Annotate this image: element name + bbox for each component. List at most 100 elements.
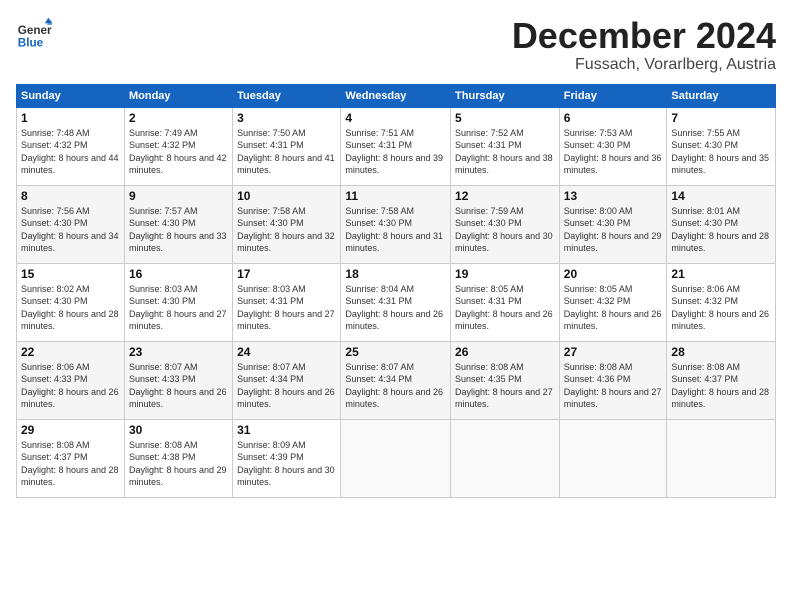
day-detail: Sunrise: 7:55 AM Sunset: 4:30 PM Dayligh… [671, 127, 771, 177]
table-row: 20 Sunrise: 8:05 AM Sunset: 4:32 PM Dayl… [559, 263, 667, 341]
day-detail: Sunrise: 7:53 AM Sunset: 4:30 PM Dayligh… [564, 127, 663, 177]
day-detail: Sunrise: 8:05 AM Sunset: 4:32 PM Dayligh… [564, 283, 663, 333]
day-detail: Sunrise: 7:52 AM Sunset: 4:31 PM Dayligh… [455, 127, 555, 177]
table-row: 15 Sunrise: 8:02 AM Sunset: 4:30 PM Dayl… [17, 263, 125, 341]
calendar-week-row: 22 Sunrise: 8:06 AM Sunset: 4:33 PM Dayl… [17, 341, 776, 419]
table-row [559, 419, 667, 497]
day-detail: Sunrise: 7:50 AM Sunset: 4:31 PM Dayligh… [237, 127, 336, 177]
col-monday: Monday [124, 84, 232, 107]
day-detail: Sunrise: 7:58 AM Sunset: 4:30 PM Dayligh… [345, 205, 446, 255]
day-number: 30 [129, 423, 228, 437]
table-row: 12 Sunrise: 7:59 AM Sunset: 4:30 PM Dayl… [451, 185, 560, 263]
day-number: 6 [564, 111, 663, 125]
table-row: 10 Sunrise: 7:58 AM Sunset: 4:30 PM Dayl… [233, 185, 341, 263]
header: General Blue December 2024 Fussach, Vora… [16, 16, 776, 74]
table-row: 17 Sunrise: 8:03 AM Sunset: 4:31 PM Dayl… [233, 263, 341, 341]
logo-icon: General Blue [16, 16, 52, 52]
day-detail: Sunrise: 7:58 AM Sunset: 4:30 PM Dayligh… [237, 205, 336, 255]
day-detail: Sunrise: 8:03 AM Sunset: 4:30 PM Dayligh… [129, 283, 228, 333]
table-row: 5 Sunrise: 7:52 AM Sunset: 4:31 PM Dayli… [451, 107, 560, 185]
day-detail: Sunrise: 8:06 AM Sunset: 4:32 PM Dayligh… [671, 283, 771, 333]
day-number: 25 [345, 345, 446, 359]
day-detail: Sunrise: 7:57 AM Sunset: 4:30 PM Dayligh… [129, 205, 228, 255]
col-friday: Friday [559, 84, 667, 107]
svg-text:Blue: Blue [18, 37, 44, 50]
day-number: 27 [564, 345, 663, 359]
day-number: 28 [671, 345, 771, 359]
table-row: 4 Sunrise: 7:51 AM Sunset: 4:31 PM Dayli… [341, 107, 451, 185]
day-number: 7 [671, 111, 771, 125]
day-detail: Sunrise: 8:00 AM Sunset: 4:30 PM Dayligh… [564, 205, 663, 255]
table-row: 11 Sunrise: 7:58 AM Sunset: 4:30 PM Dayl… [341, 185, 451, 263]
day-number: 29 [21, 423, 120, 437]
table-row: 3 Sunrise: 7:50 AM Sunset: 4:31 PM Dayli… [233, 107, 341, 185]
day-number: 24 [237, 345, 336, 359]
col-thursday: Thursday [451, 84, 560, 107]
table-row: 16 Sunrise: 8:03 AM Sunset: 4:30 PM Dayl… [124, 263, 232, 341]
day-number: 26 [455, 345, 555, 359]
day-detail: Sunrise: 7:59 AM Sunset: 4:30 PM Dayligh… [455, 205, 555, 255]
table-row: 19 Sunrise: 8:05 AM Sunset: 4:31 PM Dayl… [451, 263, 560, 341]
table-row [667, 419, 776, 497]
day-detail: Sunrise: 8:07 AM Sunset: 4:34 PM Dayligh… [345, 361, 446, 411]
calendar-week-row: 1 Sunrise: 7:48 AM Sunset: 4:32 PM Dayli… [17, 107, 776, 185]
day-detail: Sunrise: 8:05 AM Sunset: 4:31 PM Dayligh… [455, 283, 555, 333]
table-row: 21 Sunrise: 8:06 AM Sunset: 4:32 PM Dayl… [667, 263, 776, 341]
table-row: 30 Sunrise: 8:08 AM Sunset: 4:38 PM Dayl… [124, 419, 232, 497]
table-row: 31 Sunrise: 8:09 AM Sunset: 4:39 PM Dayl… [233, 419, 341, 497]
table-row: 26 Sunrise: 8:08 AM Sunset: 4:35 PM Dayl… [451, 341, 560, 419]
calendar-table: Sunday Monday Tuesday Wednesday Thursday… [16, 84, 776, 498]
day-detail: Sunrise: 8:01 AM Sunset: 4:30 PM Dayligh… [671, 205, 771, 255]
day-detail: Sunrise: 8:06 AM Sunset: 4:33 PM Dayligh… [21, 361, 120, 411]
table-row: 27 Sunrise: 8:08 AM Sunset: 4:36 PM Dayl… [559, 341, 667, 419]
table-row: 22 Sunrise: 8:06 AM Sunset: 4:33 PM Dayl… [17, 341, 125, 419]
table-row: 25 Sunrise: 8:07 AM Sunset: 4:34 PM Dayl… [341, 341, 451, 419]
table-row: 14 Sunrise: 8:01 AM Sunset: 4:30 PM Dayl… [667, 185, 776, 263]
day-detail: Sunrise: 8:08 AM Sunset: 4:36 PM Dayligh… [564, 361, 663, 411]
location-title: Fussach, Vorarlberg, Austria [512, 56, 776, 74]
day-number: 17 [237, 267, 336, 281]
table-row: 23 Sunrise: 8:07 AM Sunset: 4:33 PM Dayl… [124, 341, 232, 419]
title-block: December 2024 Fussach, Vorarlberg, Austr… [512, 16, 776, 74]
day-number: 23 [129, 345, 228, 359]
day-number: 11 [345, 189, 446, 203]
day-number: 18 [345, 267, 446, 281]
day-detail: Sunrise: 8:08 AM Sunset: 4:38 PM Dayligh… [129, 439, 228, 489]
day-number: 8 [21, 189, 120, 203]
day-number: 21 [671, 267, 771, 281]
day-number: 13 [564, 189, 663, 203]
day-number: 3 [237, 111, 336, 125]
day-number: 2 [129, 111, 228, 125]
table-row [451, 419, 560, 497]
day-number: 31 [237, 423, 336, 437]
day-number: 10 [237, 189, 336, 203]
table-row: 1 Sunrise: 7:48 AM Sunset: 4:32 PM Dayli… [17, 107, 125, 185]
day-detail: Sunrise: 8:09 AM Sunset: 4:39 PM Dayligh… [237, 439, 336, 489]
calendar-week-row: 8 Sunrise: 7:56 AM Sunset: 4:30 PM Dayli… [17, 185, 776, 263]
day-detail: Sunrise: 7:49 AM Sunset: 4:32 PM Dayligh… [129, 127, 228, 177]
day-detail: Sunrise: 7:51 AM Sunset: 4:31 PM Dayligh… [345, 127, 446, 177]
table-row: 24 Sunrise: 8:07 AM Sunset: 4:34 PM Dayl… [233, 341, 341, 419]
day-number: 22 [21, 345, 120, 359]
day-number: 5 [455, 111, 555, 125]
table-row: 28 Sunrise: 8:08 AM Sunset: 4:37 PM Dayl… [667, 341, 776, 419]
table-row: 2 Sunrise: 7:49 AM Sunset: 4:32 PM Dayli… [124, 107, 232, 185]
calendar-week-row: 29 Sunrise: 8:08 AM Sunset: 4:37 PM Dayl… [17, 419, 776, 497]
day-detail: Sunrise: 7:56 AM Sunset: 4:30 PM Dayligh… [21, 205, 120, 255]
table-row: 8 Sunrise: 7:56 AM Sunset: 4:30 PM Dayli… [17, 185, 125, 263]
day-number: 4 [345, 111, 446, 125]
col-tuesday: Tuesday [233, 84, 341, 107]
day-detail: Sunrise: 8:07 AM Sunset: 4:33 PM Dayligh… [129, 361, 228, 411]
month-title: December 2024 [512, 16, 776, 56]
day-number: 20 [564, 267, 663, 281]
page: General Blue December 2024 Fussach, Vora… [0, 0, 792, 612]
day-detail: Sunrise: 8:03 AM Sunset: 4:31 PM Dayligh… [237, 283, 336, 333]
table-row: 18 Sunrise: 8:04 AM Sunset: 4:31 PM Dayl… [341, 263, 451, 341]
day-detail: Sunrise: 8:08 AM Sunset: 4:35 PM Dayligh… [455, 361, 555, 411]
day-detail: Sunrise: 8:08 AM Sunset: 4:37 PM Dayligh… [21, 439, 120, 489]
logo: General Blue [16, 16, 56, 52]
day-number: 9 [129, 189, 228, 203]
day-number: 12 [455, 189, 555, 203]
day-detail: Sunrise: 8:04 AM Sunset: 4:31 PM Dayligh… [345, 283, 446, 333]
table-row: 7 Sunrise: 7:55 AM Sunset: 4:30 PM Dayli… [667, 107, 776, 185]
